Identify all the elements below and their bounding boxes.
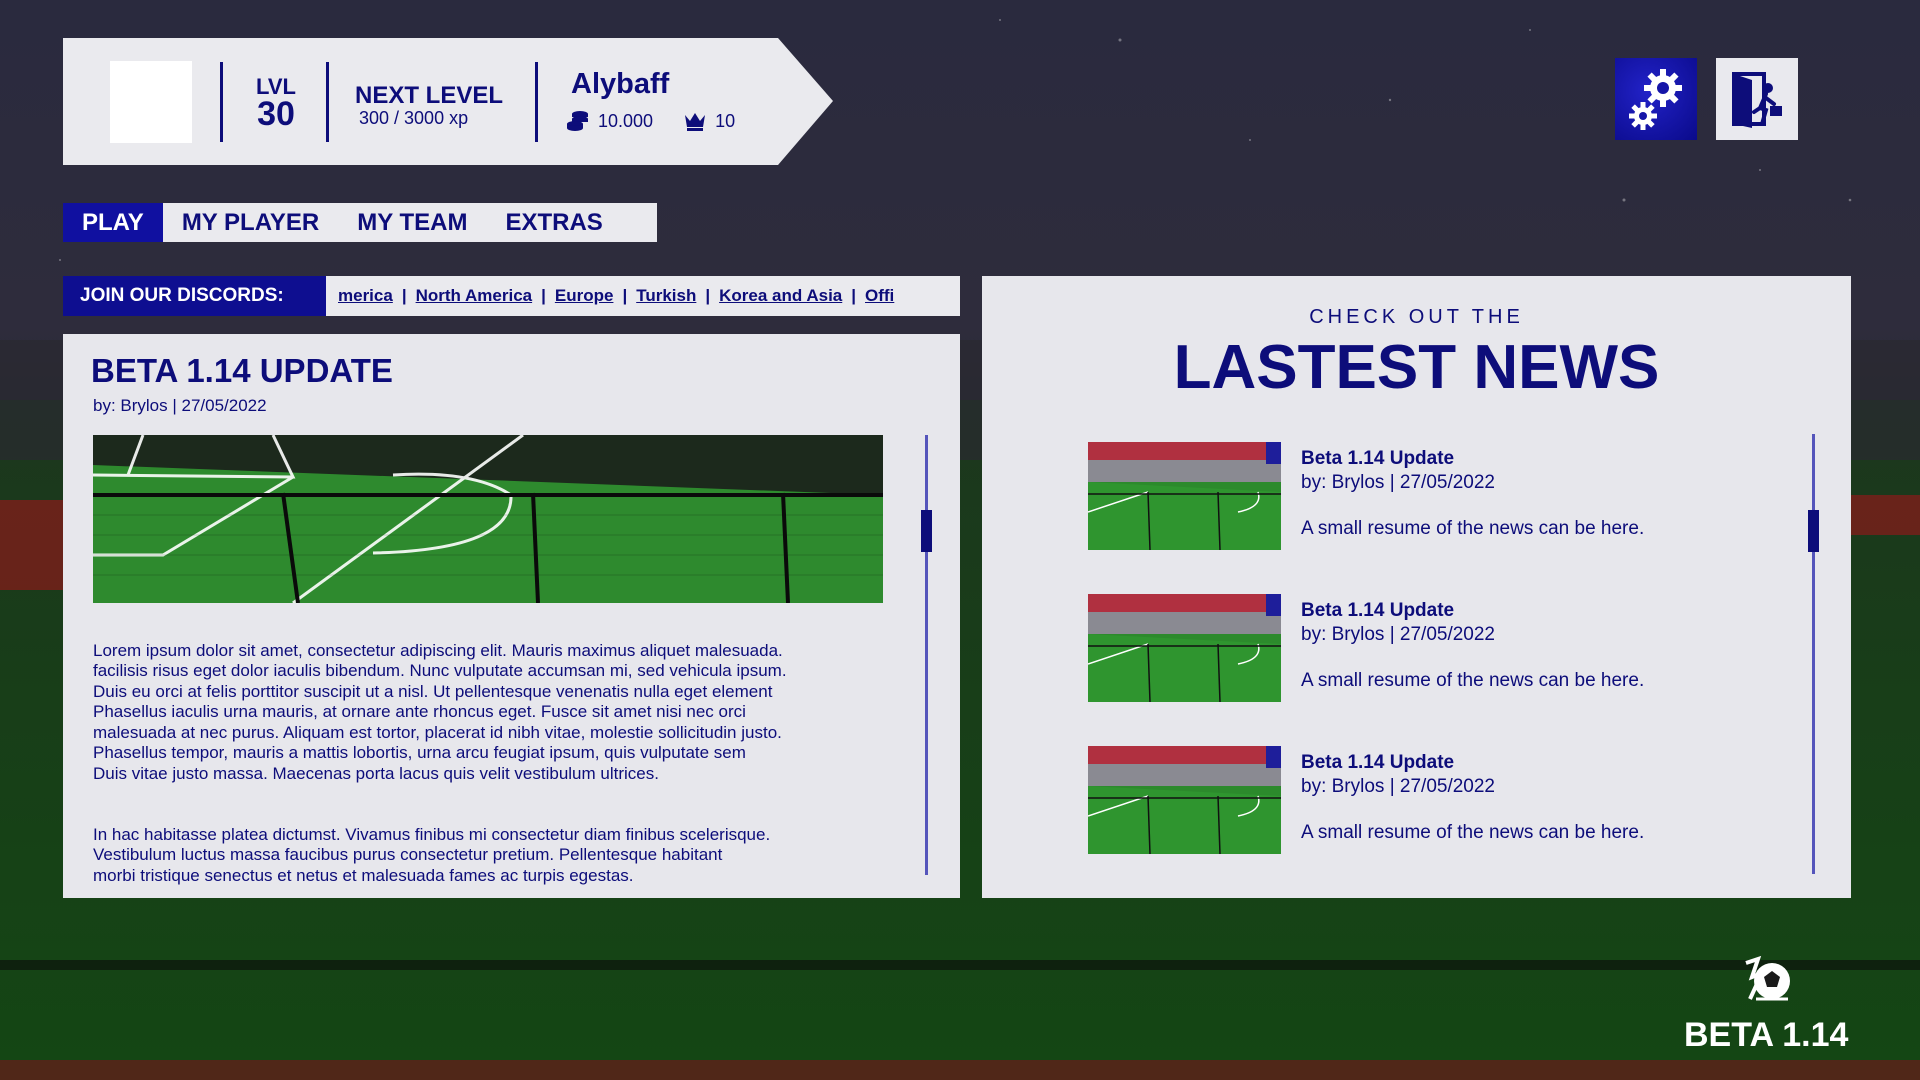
article-paragraph: In hac habitasse platea dictumst. Vivamu…	[93, 824, 771, 885]
divider	[535, 62, 538, 142]
player-header-card: LVL 30 NEXT LEVEL 300 / 3000 xp Alybaff …	[63, 38, 833, 165]
news-item-summary: A small resume of the news can be here.	[1301, 670, 1645, 691]
discord-link-america[interactable]: merica	[338, 286, 393, 305]
news-item-title: Beta 1.14 Update	[1301, 448, 1455, 469]
soccer-ball-logo-icon	[1745, 955, 1790, 1001]
news-item-meta: by: Brylos | 27/05/2022	[1301, 624, 1495, 645]
divider	[220, 62, 223, 142]
discord-bar: JOIN OUR DISCORDS: merica | North America |…	[63, 276, 960, 316]
main-tabs: PLAY MY PLAYER MY TEAM EXTRAS	[63, 203, 657, 242]
news-card: CHECK OUT THE LASTEST NEWS Beta 1.14 Upd…	[982, 276, 1851, 898]
discord-link-north-america[interactable]: North America	[416, 286, 533, 305]
tab-my-player[interactable]: MY PLAYER	[163, 203, 338, 242]
gears-icon	[1629, 69, 1682, 130]
currency-row: 10.000 10	[566, 110, 735, 132]
tab-extras[interactable]: EXTRAS	[486, 203, 621, 242]
news-item-meta: by: Brylos | 27/05/2022	[1301, 472, 1495, 493]
news-thumbnail	[1088, 594, 1281, 702]
news-item-meta: by: Brylos | 27/05/2022	[1301, 776, 1495, 797]
discord-link-korea-asia[interactable]: Korea and Asia	[719, 286, 842, 305]
exit-door-icon	[1732, 72, 1782, 128]
discord-label: JOIN OUR DISCORDS:	[63, 276, 326, 316]
level-value: 30	[257, 95, 295, 133]
link-separator: |	[401, 286, 407, 305]
discord-link-turkish[interactable]: Turkish	[636, 286, 696, 305]
discord-link-europe[interactable]: Europe	[555, 286, 614, 305]
link-separator: |	[851, 286, 857, 305]
coins-stack-icon	[567, 111, 588, 131]
exit-button[interactable]	[1716, 58, 1798, 140]
article-image-pitch	[93, 435, 883, 603]
news-scrollbar-thumb[interactable]	[1808, 510, 1819, 552]
tab-my-team[interactable]: MY TEAM	[338, 203, 486, 242]
brand-version: BETA 1.14	[1684, 1016, 1849, 1054]
next-level-title: NEXT LEVEL	[355, 82, 504, 109]
article-paragraph: Lorem ipsum dolor sit amet, consectetur …	[93, 640, 787, 783]
settings-button[interactable]	[1615, 58, 1697, 140]
news-thumbnail	[1088, 746, 1281, 854]
next-level-xp: 300 / 3000 xp	[359, 108, 469, 128]
news-heading: LASTEST NEWS	[1173, 333, 1660, 402]
news-item-title: Beta 1.14 Update	[1301, 752, 1455, 773]
news-item-title: Beta 1.14 Update	[1301, 600, 1455, 621]
article-meta: by: Brylos | 27/05/2022	[93, 396, 267, 415]
news-scrollbar-track[interactable]	[1812, 434, 1815, 874]
article-body: Lorem ipsum dolor sit amet, consectetur …	[93, 620, 893, 898]
news-item[interactable]: Beta 1.14 Update by: Brylos | 27/05/2022…	[1088, 442, 1788, 550]
crown-icon	[685, 113, 706, 131]
tab-play[interactable]: PLAY	[63, 203, 163, 242]
article-scrollbar-track[interactable]	[925, 435, 928, 875]
discord-link-official[interactable]: Offi	[865, 286, 894, 305]
username: Alybaff	[571, 68, 670, 100]
crowns-value: 10	[715, 110, 736, 131]
article-scrollbar-thumb[interactable]	[921, 510, 932, 552]
avatar[interactable]	[110, 61, 192, 143]
news-thumbnail	[1088, 442, 1281, 550]
article-card: BETA 1.14 UPDATE by: Brylos | 27/05/2022…	[63, 334, 960, 898]
news-kicker: CHECK OUT THE	[1309, 306, 1524, 328]
divider	[326, 62, 329, 142]
link-separator: |	[541, 286, 546, 305]
news-item-summary: A small resume of the news can be here.	[1301, 518, 1645, 539]
link-separator: |	[622, 286, 628, 305]
news-item[interactable]: Beta 1.14 Update by: Brylos | 27/05/2022…	[1088, 594, 1788, 702]
link-separator: |	[705, 286, 711, 305]
news-item-summary: A small resume of the news can be here.	[1301, 822, 1645, 843]
coins-value: 10.000	[598, 110, 654, 131]
news-item[interactable]: Beta 1.14 Update by: Brylos | 27/05/2022…	[1088, 746, 1788, 854]
discord-links-ticker: merica | North America | Europe | Turkish | Kore…	[326, 276, 960, 316]
article-title: BETA 1.14 UPDATE	[91, 352, 393, 389]
